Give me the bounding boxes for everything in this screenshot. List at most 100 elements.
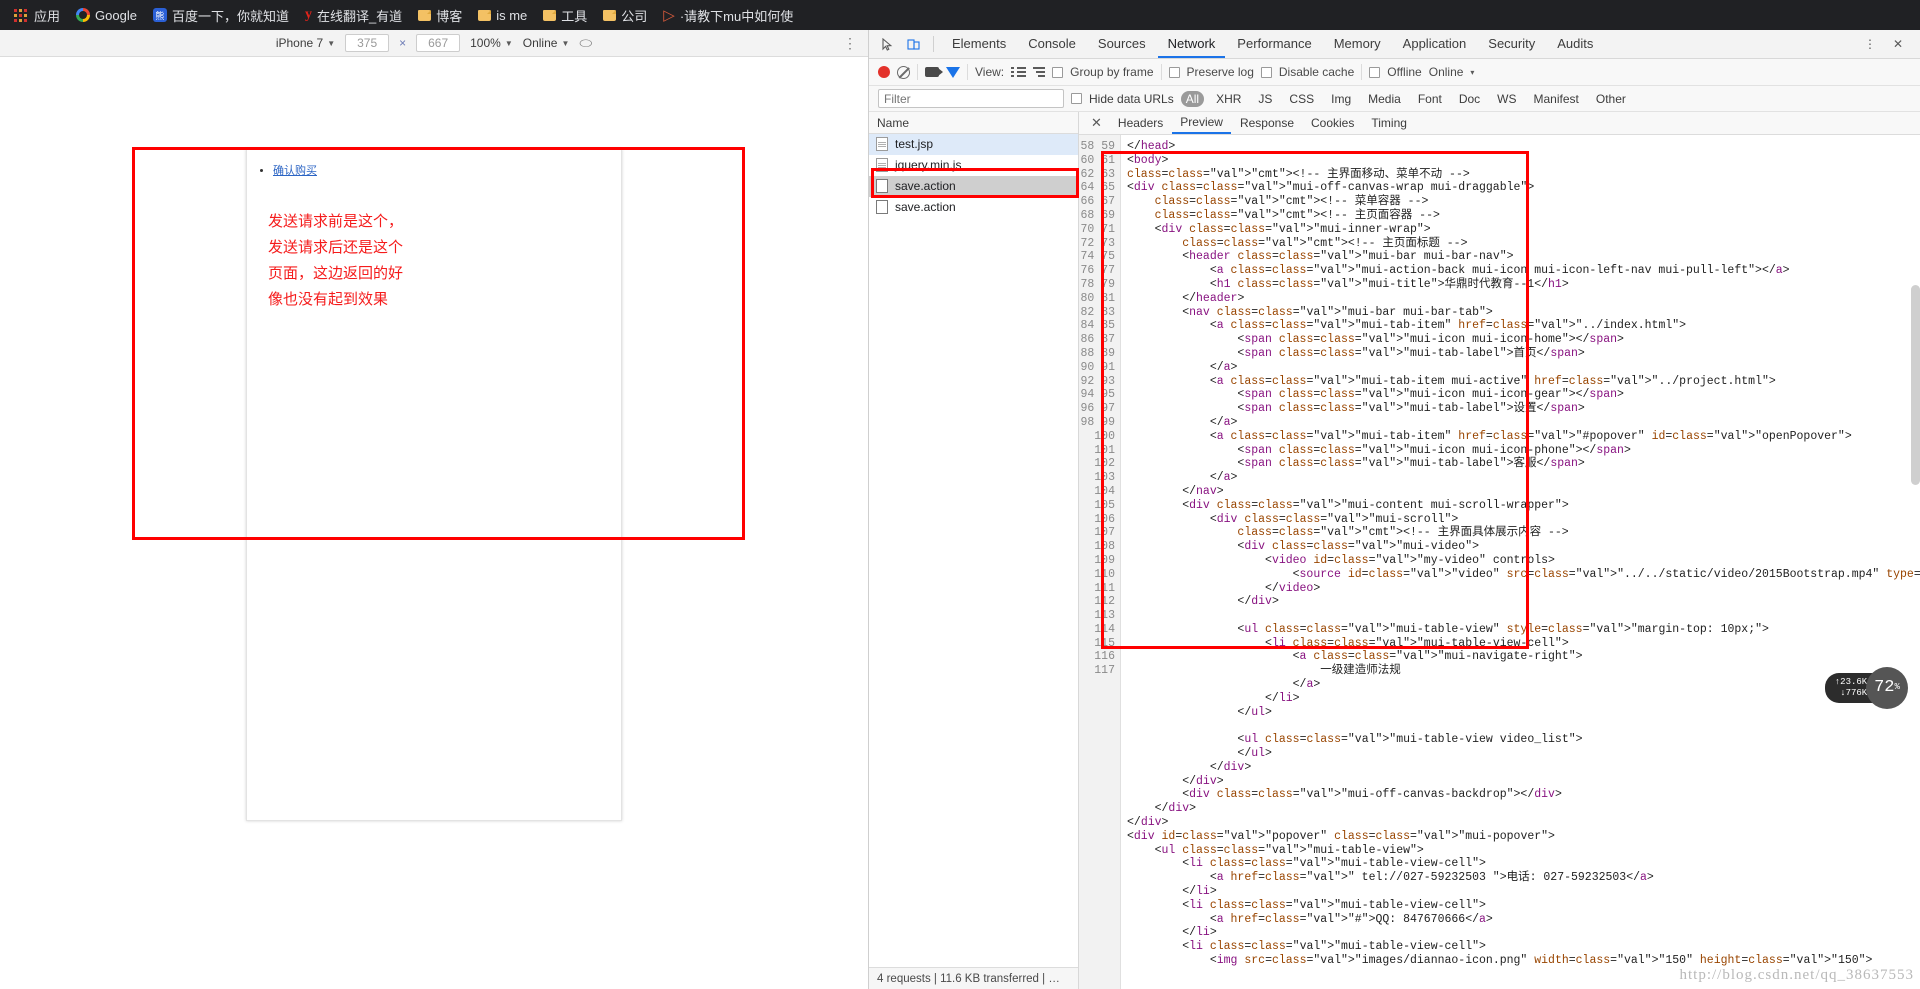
- detail-tabbar: ✕ Headers Preview Response Cookies Timin…: [1079, 112, 1920, 135]
- type-filter-ws[interactable]: WS: [1492, 91, 1521, 107]
- tab-audits[interactable]: Audits: [1547, 31, 1603, 58]
- bookmark-google[interactable]: Google: [68, 3, 145, 27]
- tab-console[interactable]: Console: [1018, 31, 1086, 58]
- tab-security[interactable]: Security: [1478, 31, 1545, 58]
- bookmark-label: Google: [95, 7, 137, 23]
- request-name: jquery.min.js: [895, 158, 962, 172]
- tab-network[interactable]: Network: [1157, 31, 1226, 58]
- clear-icon[interactable]: [897, 65, 910, 79]
- document-icon: [876, 158, 888, 172]
- devtools-panel: Elements Console Sources Network Perform…: [868, 30, 1920, 989]
- bookmark-label: 在线翻译_有道: [316, 8, 403, 24]
- bookmark-folder-blog[interactable]: 博客: [410, 3, 470, 27]
- type-filter-css[interactable]: CSS: [1284, 91, 1319, 107]
- type-filter-other[interactable]: Other: [1591, 91, 1631, 107]
- bookmark-label: 公司: [621, 8, 648, 24]
- tab-application[interactable]: Application: [1393, 31, 1477, 58]
- table-row[interactable]: save.action: [869, 197, 1078, 218]
- bookmark-youdao[interactable]: y 在线翻译_有道: [297, 3, 410, 27]
- detail-tab-preview[interactable]: Preview: [1172, 112, 1231, 134]
- folder-icon: [603, 9, 617, 21]
- line-number-gutter: 58 59 60 61 62 63 64 65 66 67 68 69 70 7…: [1079, 135, 1121, 989]
- funnel-icon[interactable]: [946, 66, 960, 78]
- type-filter-img[interactable]: Img: [1326, 91, 1356, 107]
- column-header-name[interactable]: Name: [869, 112, 1078, 134]
- offline-label: Offline: [1387, 65, 1422, 79]
- rotate-icon[interactable]: ⬭: [579, 35, 592, 52]
- table-row[interactable]: test.jsp: [869, 134, 1078, 155]
- disable-cache-checkbox[interactable]: [1260, 66, 1272, 78]
- preserve-log-label: Preserve log: [1186, 65, 1254, 79]
- type-filter-all[interactable]: All: [1180, 90, 1205, 107]
- request-name: test.jsp: [895, 137, 934, 151]
- group-by-frame-checkbox[interactable]: [1052, 66, 1064, 78]
- type-filter-media[interactable]: Media: [1363, 91, 1406, 107]
- type-filter-js[interactable]: JS: [1253, 91, 1277, 107]
- device-height-input[interactable]: 667: [416, 34, 461, 52]
- tab-elements[interactable]: Elements: [942, 31, 1016, 58]
- throttling-selector[interactable]: Online ▼: [523, 36, 570, 50]
- preserve-log-checkbox[interactable]: [1168, 66, 1180, 78]
- close-icon[interactable]: ✕: [1084, 115, 1109, 131]
- youdao-icon: y: [304, 7, 312, 22]
- confirm-purchase-link[interactable]: 确认购买: [273, 165, 317, 177]
- chevron-down-icon[interactable]: ▾: [1470, 68, 1474, 77]
- list-view-icon[interactable]: [1011, 67, 1027, 77]
- bookmark-baidu[interactable]: 熊 百度一下，你就知道: [145, 3, 297, 27]
- vertical-scrollbar[interactable]: [1911, 285, 1920, 485]
- tab-performance[interactable]: Performance: [1227, 31, 1321, 58]
- blank-document-icon: [876, 179, 888, 193]
- list-item: 确认购买: [273, 162, 621, 178]
- blank-document-icon: [876, 200, 888, 214]
- online-throttle-label[interactable]: Online: [1429, 65, 1464, 79]
- type-filter-doc[interactable]: Doc: [1454, 91, 1485, 107]
- device-toolbar-menu-icon[interactable]: ⋮: [843, 35, 858, 52]
- table-row[interactable]: save.action: [869, 176, 1078, 197]
- zoom-selector[interactable]: 100% ▼: [470, 36, 513, 50]
- bookmark-label: 百度一下，你就知道: [171, 8, 289, 24]
- tab-memory[interactable]: Memory: [1324, 31, 1391, 58]
- device-selector[interactable]: iPhone 7 ▼: [276, 36, 335, 50]
- type-filter-font[interactable]: Font: [1413, 91, 1447, 107]
- tree-view-icon[interactable]: [1033, 67, 1046, 77]
- hide-data-urls-checkbox[interactable]: [1071, 93, 1082, 104]
- bookmark-apps[interactable]: 应用: [6, 3, 68, 27]
- table-row[interactable]: jquery.min.js: [869, 155, 1078, 176]
- bookmark-folder-isme[interactable]: is me: [470, 3, 535, 27]
- device-width-input[interactable]: 375: [345, 34, 390, 52]
- more-vertical-icon[interactable]: ⋮: [1858, 33, 1882, 55]
- main-split: iPhone 7 ▼ 375 × 667 100% ▼ Online ▼ ⬭ ⋮: [0, 30, 1920, 989]
- type-filter-manifest[interactable]: Manifest: [1529, 91, 1584, 107]
- offline-checkbox[interactable]: [1369, 66, 1381, 78]
- detail-tab-timing[interactable]: Timing: [1363, 113, 1415, 133]
- detail-tab-response[interactable]: Response: [1232, 113, 1302, 133]
- filter-input[interactable]: [878, 89, 1064, 108]
- camera-icon[interactable]: [925, 67, 943, 77]
- code-content: </head> <body> class=class="val">"cmt"><…: [1127, 140, 1920, 968]
- preview-code-view[interactable]: 58 59 60 61 62 63 64 65 66 67 68 69 70 7…: [1079, 135, 1920, 989]
- bookmark-folder-company[interactable]: 公司: [595, 3, 655, 27]
- disable-cache-label: Disable cache: [1278, 65, 1355, 79]
- device-toolbar-icon[interactable]: [901, 33, 925, 55]
- tab-sources[interactable]: Sources: [1088, 31, 1156, 58]
- record-icon[interactable]: [878, 66, 890, 78]
- inspect-cursor-icon[interactable]: [875, 33, 899, 55]
- zoom-value: 100%: [470, 36, 501, 50]
- divider: [1160, 64, 1162, 80]
- divider: [917, 64, 918, 80]
- close-icon[interactable]: ✕: [1886, 33, 1910, 55]
- divider: [1361, 64, 1363, 80]
- detail-tab-headers[interactable]: Headers: [1110, 113, 1171, 133]
- devtools-tabbar-right: ⋮ ✕: [1858, 33, 1914, 55]
- divider: [933, 36, 934, 52]
- bookmark-folder-tools[interactable]: 工具: [535, 3, 595, 27]
- detail-tab-cookies[interactable]: Cookies: [1303, 113, 1362, 133]
- google-icon: [76, 8, 91, 22]
- bookmarks-bar: 应用 Google 熊 百度一下，你就知道 y 在线翻译_有道 博客 is me…: [0, 0, 1920, 30]
- dimension-separator: ×: [399, 36, 407, 50]
- type-filter-xhr[interactable]: XHR: [1211, 91, 1246, 107]
- bookmark-label: ·请教下mu中如何使: [679, 8, 794, 24]
- bookmark-question[interactable]: ▷ ·请教下mu中如何使: [655, 3, 801, 27]
- baidu-icon: 熊: [152, 8, 167, 22]
